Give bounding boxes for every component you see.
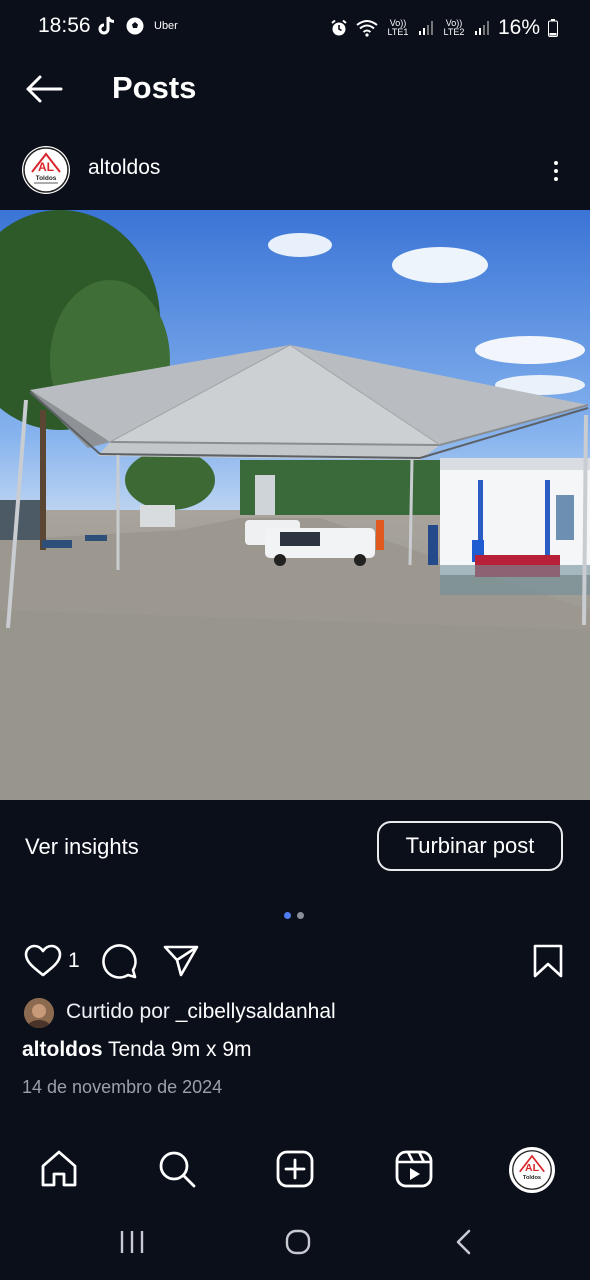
system-recent-apps-button[interactable] xyxy=(118,1228,146,1256)
carousel-indicator xyxy=(284,912,304,919)
status-time: 18:56 xyxy=(38,14,91,37)
signal-2-icon xyxy=(474,21,489,35)
uber-label: Uber xyxy=(154,20,178,32)
status-app-icons: Uber xyxy=(98,16,178,36)
reels-icon xyxy=(395,1150,433,1188)
altoldos-logo: AL Toldos xyxy=(23,147,69,193)
status-right-icons: Vo)) LTE1 Vo)) LTE2 16% xyxy=(330,16,558,40)
carousel-dot xyxy=(297,912,304,919)
battery-icon xyxy=(548,19,558,37)
arrow-left-icon xyxy=(26,75,63,103)
comment-icon xyxy=(102,944,137,979)
status-bar: 18:56 Uber Vo)) LTE1 Vo)) LTE2 16% xyxy=(0,0,590,56)
like-count[interactable]: 1 xyxy=(68,949,80,973)
recent-apps-icon xyxy=(120,1231,144,1253)
nav-home[interactable] xyxy=(38,1148,80,1190)
system-back-button[interactable] xyxy=(452,1228,476,1256)
liked-by-text[interactable]: Curtido por _cibellysaldanhal xyxy=(66,1000,336,1024)
back-button[interactable] xyxy=(24,72,64,106)
chevron-left-icon xyxy=(456,1229,471,1255)
battery-level: 16% xyxy=(497,16,540,39)
caption-username[interactable]: altoldos xyxy=(22,1038,103,1061)
comment-button[interactable] xyxy=(100,942,138,980)
post-author-username[interactable]: altoldos xyxy=(88,156,160,180)
bookmark-icon xyxy=(533,944,563,978)
like-button[interactable] xyxy=(24,944,62,978)
tiktok-icon xyxy=(98,16,115,35)
post-date: 14 de novembro de 2024 xyxy=(22,1077,223,1097)
nav-create[interactable] xyxy=(274,1148,316,1190)
view-insights-link[interactable]: Ver insights xyxy=(25,834,139,860)
svg-text:Toldos: Toldos xyxy=(523,1175,541,1181)
svg-text:AL: AL xyxy=(525,1162,540,1174)
liked-by-user[interactable]: _cibellysaldanhal xyxy=(176,1000,336,1023)
liker-avatar[interactable] xyxy=(24,998,54,1028)
send-icon xyxy=(163,945,199,977)
post-caption: altoldos Tenda 9m x 9m xyxy=(22,1038,252,1062)
caption-text: Tenda 9m x 9m xyxy=(102,1038,252,1061)
more-options-button[interactable] xyxy=(546,156,566,186)
network-1-label: Vo)) LTE1 xyxy=(387,18,409,37)
tent-photo xyxy=(0,210,590,800)
soccer-ball-icon xyxy=(126,17,144,35)
liked-by-prefix: Curtido por xyxy=(66,1000,176,1023)
more-vertical-icon xyxy=(546,156,566,181)
post-image[interactable] xyxy=(0,210,590,800)
nav-search[interactable] xyxy=(156,1148,198,1190)
svg-text:AL: AL xyxy=(38,160,54,174)
system-home-button[interactable] xyxy=(284,1228,312,1256)
heart-icon xyxy=(24,944,62,977)
network-2-label: Vo)) LTE2 xyxy=(443,18,465,37)
post-author-avatar[interactable]: AL Toldos xyxy=(22,146,70,194)
search-icon xyxy=(159,1151,196,1188)
home-icon xyxy=(41,1150,77,1187)
nav-reels[interactable] xyxy=(393,1148,435,1190)
signal-1-icon xyxy=(418,21,433,35)
svg-text:Toldos: Toldos xyxy=(36,175,57,182)
save-button[interactable] xyxy=(532,943,564,979)
wifi-icon xyxy=(356,20,378,37)
boost-post-button[interactable]: Turbinar post xyxy=(377,821,563,871)
nav-profile[interactable]: AL Toldos xyxy=(509,1147,555,1193)
carousel-dot-active xyxy=(284,912,291,919)
profile-avatar: AL Toldos xyxy=(512,1150,552,1190)
alarm-icon xyxy=(331,19,347,36)
share-button[interactable] xyxy=(162,944,200,978)
create-icon xyxy=(276,1150,314,1188)
home-outline-icon xyxy=(285,1229,311,1255)
page-title: Posts xyxy=(112,70,197,105)
